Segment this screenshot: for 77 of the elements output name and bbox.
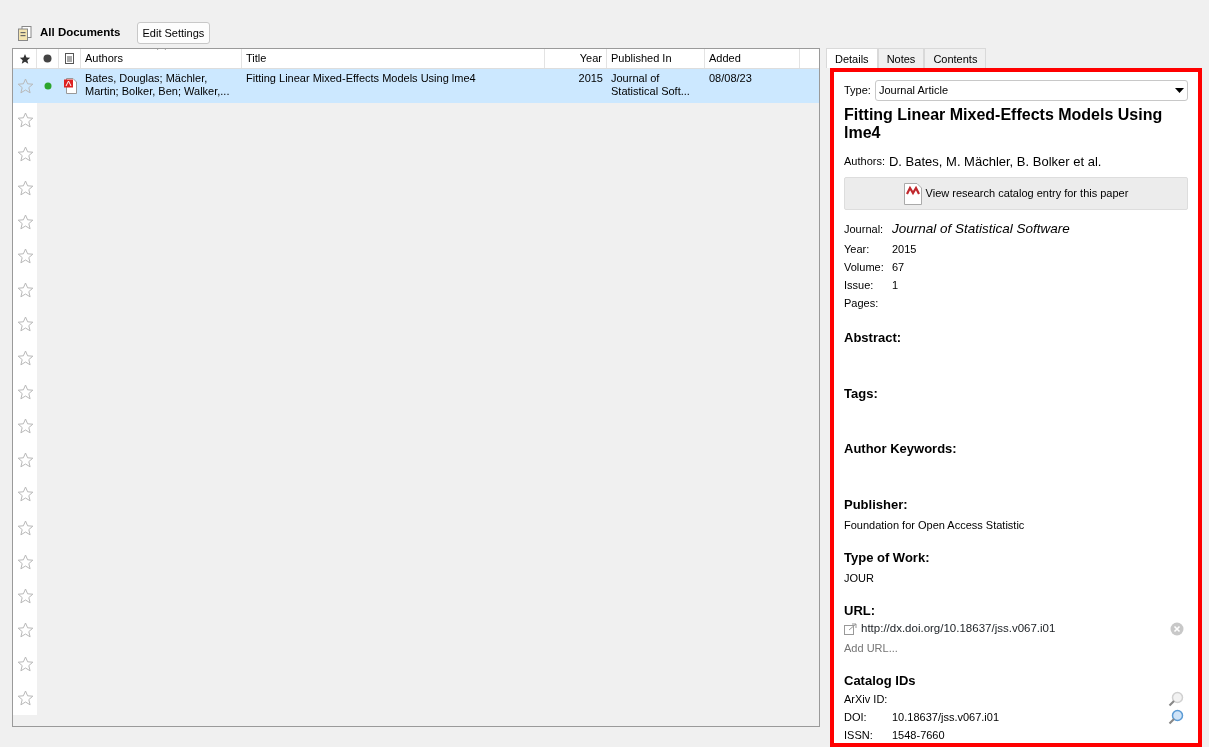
table-cell: Bates, Douglas; Mächler, Martin; Bolker, Ben; Walker,... xyxy=(85,72,230,97)
search-icon[interactable] xyxy=(1168,709,1184,726)
field-label: Volume: xyxy=(844,259,885,275)
column-header[interactable]: Authors xyxy=(85,50,123,67)
field-label: Year: xyxy=(844,241,871,257)
read-status-icon[interactable] xyxy=(43,54,52,63)
star-icon[interactable] xyxy=(16,350,34,366)
section-heading: Tags: xyxy=(844,384,879,403)
star-icon[interactable] xyxy=(16,418,34,434)
collection-title: All Documents xyxy=(40,25,121,41)
field-label: ISSN: xyxy=(844,728,874,743)
star-icon[interactable] xyxy=(16,180,34,196)
star-icon[interactable] xyxy=(16,588,34,604)
caret-icon xyxy=(1175,87,1184,93)
field-label: Pages: xyxy=(844,295,880,311)
star-icon[interactable] xyxy=(16,78,34,94)
field-label: Issue: xyxy=(844,277,875,293)
star-icon[interactable] xyxy=(16,486,34,502)
tab[interactable]: Details xyxy=(826,48,878,68)
section-heading: URL: xyxy=(844,601,877,620)
field-value: 1548-7660 xyxy=(892,728,945,743)
tab[interactable]: Notes xyxy=(877,48,925,68)
star-icon[interactable] xyxy=(16,656,34,672)
tab[interactable]: Contents xyxy=(924,48,987,68)
field-value: 67 xyxy=(892,259,905,275)
table-cell: Fitting Linear Mixed-Effects Models Using lme4 xyxy=(246,72,476,84)
unread-dot[interactable] xyxy=(44,82,52,90)
star-icon[interactable] xyxy=(16,554,34,570)
star-icon[interactable] xyxy=(16,316,34,332)
field-label: Journal: xyxy=(844,221,885,237)
column-header[interactable]: Year xyxy=(579,50,602,67)
type-dropdown[interactable]: Journal Article xyxy=(874,80,1188,101)
pdf-file-icon[interactable] xyxy=(63,78,77,94)
table-cell: 2015 xyxy=(578,72,603,84)
star-icon[interactable] xyxy=(16,384,34,400)
catalog-entry-button[interactable]: View research catalog entry for this paper xyxy=(844,177,1188,210)
external-link-icon[interactable] xyxy=(844,622,857,635)
star-icon[interactable] xyxy=(16,248,34,264)
remove-icon[interactable] xyxy=(1170,621,1184,636)
field-value: JOUR xyxy=(844,571,875,586)
document-title: Fitting Linear Mixed-Effects Models Using lme4 xyxy=(844,105,1164,142)
authors-value: D. Bates, M. Mächler, B. Bolker et al. xyxy=(888,152,1102,171)
documents-icon xyxy=(18,25,32,41)
document-icon xyxy=(903,182,922,205)
edit-settings-button[interactable]: Edit Settings xyxy=(136,21,211,45)
field-label: Authors: xyxy=(844,154,885,169)
table-cell: 08/08/23 xyxy=(709,72,752,84)
field-label: ArXiv ID: xyxy=(844,692,889,707)
star-icon[interactable] xyxy=(16,214,34,230)
field-value: 2015 xyxy=(892,241,917,257)
star-icon[interactable] xyxy=(18,52,31,65)
star-icon[interactable] xyxy=(16,690,34,706)
document-icon[interactable] xyxy=(65,53,74,64)
section-heading: Publisher: xyxy=(844,495,909,514)
field-value: 1 xyxy=(892,277,899,293)
field-value: Foundation for Open Access Statistic xyxy=(844,518,1026,533)
star-icon[interactable] xyxy=(16,282,34,298)
field-value: 10.18637/jss.v067.i01 xyxy=(892,710,1000,725)
column-header[interactable]: Published In xyxy=(611,50,672,67)
search-icon[interactable] xyxy=(1168,691,1184,708)
star-icon[interactable] xyxy=(16,452,34,468)
column-header[interactable]: Title xyxy=(246,50,267,67)
star-icon[interactable] xyxy=(16,622,34,638)
type-label: Type: xyxy=(844,83,871,98)
star-icon[interactable] xyxy=(16,520,34,536)
section-heading: Type of Work: xyxy=(844,548,931,567)
field-label: DOI: xyxy=(844,710,868,725)
document-row[interactable]: Bates, Douglas; Mächler, Martin; Bolker, Ben; Walker,... Fitting Linear Mixed-Effects Models Using lme4 2015 Journal of Statistical Soft... 08/08/23 xyxy=(13,69,819,103)
url-link[interactable]: http://dx.doi.org/10.18637/jss.v067.i01 xyxy=(861,620,1056,638)
star-icon[interactable] xyxy=(16,146,34,162)
section-heading: Author Keywords: xyxy=(844,440,958,458)
table-cell: Journal of Statistical Soft... xyxy=(611,72,690,97)
star-icon[interactable] xyxy=(16,112,34,128)
section-heading: Abstract: xyxy=(844,329,903,347)
column-header[interactable]: Added xyxy=(709,50,741,67)
field-value: Journal of Statistical Software xyxy=(892,219,1070,238)
section-heading: Catalog IDs xyxy=(844,671,917,690)
